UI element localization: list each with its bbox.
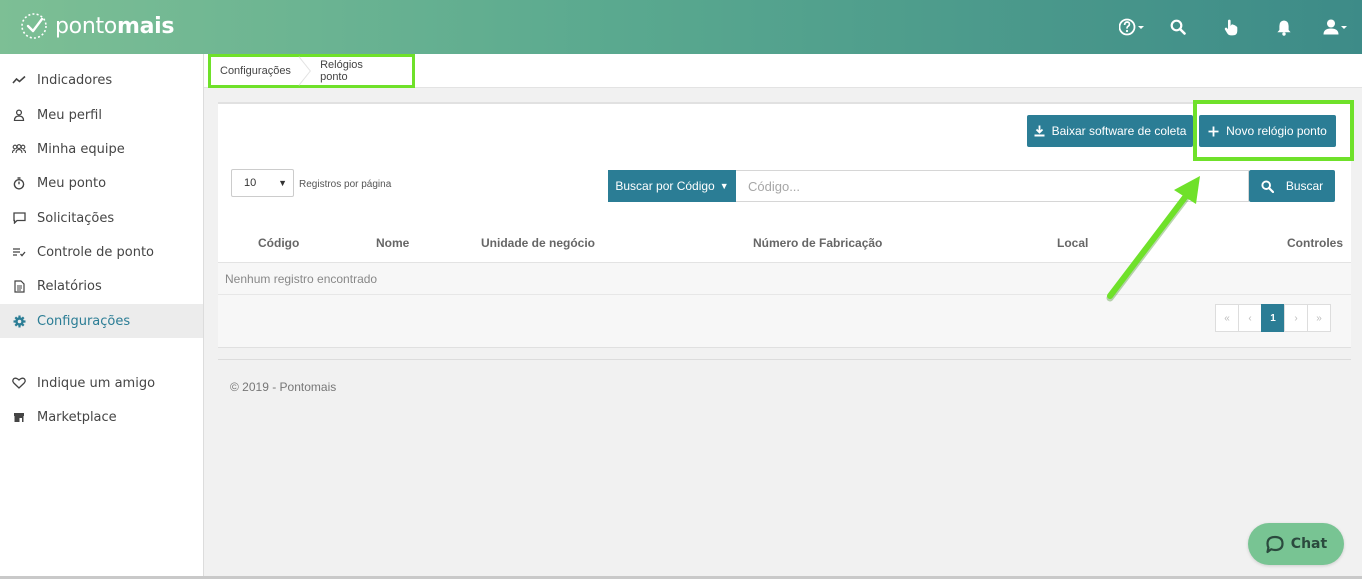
sidebar-item-label: Meu ponto (37, 175, 107, 191)
sidebar-item-indique-um-amigo[interactable]: Indique um amigo (0, 366, 203, 400)
pagination: « ‹ 1 › » (1215, 304, 1331, 332)
new-clock-highlight (1193, 100, 1354, 161)
document-icon (12, 279, 26, 293)
download-software-label: Baixar software de coleta (1051, 124, 1187, 138)
stopwatch-icon (12, 176, 26, 190)
column-header-codigo[interactable]: Código (258, 236, 299, 250)
pagination-last-button[interactable]: » (1307, 304, 1331, 332)
sidebar-item-label: Indicadores (37, 72, 113, 88)
help-icon (1119, 18, 1144, 36)
download-software-button[interactable]: Baixar software de coleta (1027, 115, 1193, 147)
sidebar-item-configuracoes[interactable]: Configurações (0, 304, 203, 338)
chat-label: Chat (1290, 536, 1328, 552)
breadcrumb-bar: Configurações Relógios ponto (204, 54, 1362, 88)
store-icon (12, 410, 26, 424)
footer-copyright: © 2019 - Pontomais (230, 380, 337, 394)
annotation-arrow-icon (1106, 176, 1200, 302)
search-submit-label: Buscar (1285, 179, 1324, 193)
message-icon (12, 211, 26, 225)
column-header-local[interactable]: Local (1057, 236, 1088, 250)
person-icon (12, 108, 26, 122)
column-header-nome[interactable]: Nome (376, 236, 409, 250)
breadcrumb: Configurações Relógios ponto (208, 54, 415, 88)
notifications-button[interactable] (1258, 0, 1310, 54)
hand-icon (1224, 19, 1238, 35)
search-submit-button[interactable]: Buscar (1249, 170, 1335, 202)
pagination-prev-button[interactable]: ‹ (1238, 304, 1262, 332)
sidebar-item-indicadores[interactable]: Indicadores (0, 63, 203, 97)
breadcrumb-current: Relógios ponto (320, 59, 363, 83)
list-check-icon (12, 245, 26, 259)
user-menu-button[interactable] (1310, 0, 1362, 54)
clock-in-button[interactable] (1204, 0, 1258, 54)
sidebar-item-minha-equipe[interactable]: Minha equipe (0, 132, 203, 166)
help-menu-button[interactable] (1112, 0, 1152, 54)
sidebar-item-label: Solicitações (37, 210, 115, 226)
breadcrumb-parent-link[interactable]: Configurações (220, 65, 291, 77)
footer-divider (218, 359, 1351, 360)
column-header-unidade[interactable]: Unidade de negócio (481, 236, 595, 250)
bell-icon (1277, 20, 1291, 36)
logo-text: pontomais (55, 13, 175, 39)
team-icon (12, 142, 26, 156)
search-button[interactable] (1152, 0, 1204, 54)
empty-message: Nenhum registro encontrado (225, 271, 378, 286)
sidebar-item-solicitacoes[interactable]: Solicitações (0, 201, 203, 235)
sidebar-item-meu-ponto[interactable]: Meu ponto (0, 166, 203, 200)
heart-icon (12, 376, 26, 390)
search-icon (1170, 19, 1186, 35)
pagination-page-current[interactable]: 1 (1261, 304, 1285, 332)
download-icon (1034, 125, 1045, 137)
search-icon (1261, 179, 1274, 193)
sidebar-item-label: Controle de ponto (37, 244, 154, 260)
sidebar-item-label: Indique um amigo (37, 375, 156, 391)
sidebar-item-label: Configurações (37, 313, 131, 329)
sidebar-item-marketplace[interactable]: Marketplace (0, 400, 203, 434)
gear-icon (12, 314, 26, 328)
chat-bubble-icon (1266, 535, 1284, 553)
column-header-numero-fabricacao[interactable]: Número de Fabricação (753, 236, 882, 250)
chat-button[interactable]: Chat (1248, 523, 1344, 565)
pagination-next-button[interactable]: › (1284, 304, 1308, 332)
sidebar-item-label: Relatórios (37, 278, 102, 294)
pagination-first-button[interactable]: « (1215, 304, 1239, 332)
pontomais-logo[interactable]: pontomais (20, 12, 174, 40)
column-header-controles: Controles (1287, 236, 1344, 250)
top-header: pontomais (0, 0, 1362, 54)
sidebar-item-meu-perfil[interactable]: Meu perfil (0, 98, 203, 132)
sidebar-item-label: Marketplace (37, 409, 117, 425)
search-type-label: Buscar por Código (615, 179, 715, 193)
per-page-label: Registros por página (299, 179, 392, 190)
sidebar-item-controle-de-ponto[interactable]: Controle de ponto (0, 235, 203, 269)
search-type-dropdown[interactable]: Buscar por Código ▼ (608, 170, 736, 202)
sidebar-item-relatorios[interactable]: Relatórios (0, 269, 203, 303)
sidebar: Indicadores Meu perfil Minha equipe Meu … (0, 54, 204, 579)
per-page-value: 10 (244, 177, 257, 189)
chart-line-icon (12, 73, 26, 87)
sidebar-item-label: Minha equipe (37, 141, 125, 157)
logo-check-icon (21, 13, 47, 39)
per-page-select[interactable]: 10 ▼ (231, 169, 294, 197)
caret-down-icon: ▼ (719, 181, 729, 191)
sidebar-item-label: Meu perfil (37, 107, 102, 123)
user-icon (1323, 19, 1347, 35)
breadcrumb-separator-icon (298, 56, 311, 86)
caret-down-icon: ▼ (278, 178, 287, 188)
